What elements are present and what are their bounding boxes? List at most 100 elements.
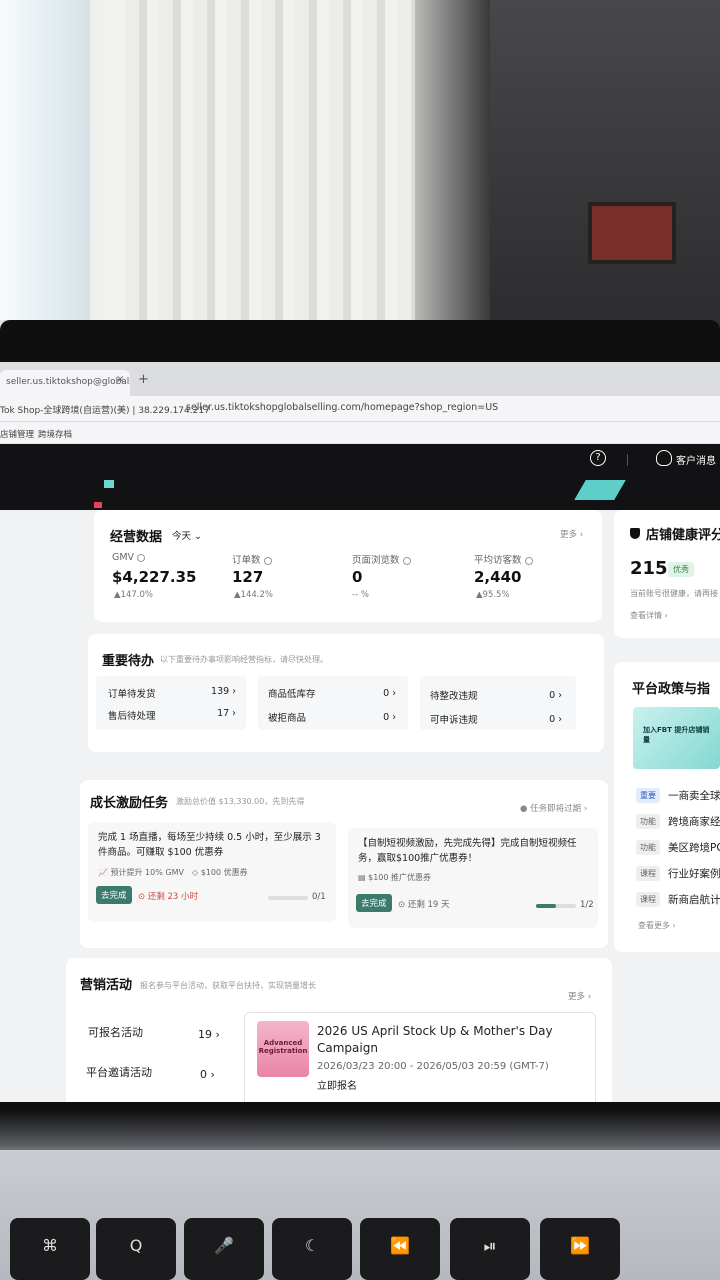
info-icon (137, 553, 146, 562)
metric-change: ▲144.2% (234, 590, 273, 600)
card-title: 成长激励任务 (90, 796, 169, 811)
banner-text: 加入FBT 提升店铺销量 (643, 726, 710, 744)
metric-label: GMV (112, 552, 146, 563)
browser-tab[interactable]: seller.us.tiktokshop@globalse (0, 370, 130, 396)
task-progress-fill (536, 904, 556, 908)
help-icon[interactable]: ? (590, 450, 606, 466)
policy-item[interactable]: 行业好案例 (668, 866, 720, 881)
keyboard-key: ⏩ (540, 1218, 620, 1280)
top-nav (0, 444, 720, 484)
bookmark-item[interactable]: 跨境存档 (38, 428, 72, 440)
tag-badge: 功能 (636, 840, 660, 855)
period-selector[interactable]: 今天 ⌄ (172, 528, 202, 542)
expiring-tasks-link[interactable]: ● 任务即将过期 › (520, 802, 587, 814)
info-icon (263, 556, 272, 565)
tag-badge: 重要 (636, 788, 660, 803)
view-more-link[interactable]: 查看更多 › (638, 920, 676, 931)
metric-value: 2,440 (474, 568, 522, 586)
browser-tab-bar: seller.us.tiktokshop@globalse × + (0, 362, 720, 396)
metric-value: $4,227.35 (112, 568, 197, 586)
metric-value: 0 (352, 568, 363, 586)
keyboard-key: ⏪ (360, 1218, 440, 1280)
todo-item[interactable]: 订单待发货 (108, 686, 156, 700)
keyboard-key: ⌘ (10, 1218, 90, 1280)
proxy-label: Tok Shop-全球跨境(自运营)(美) | 38.229.174.217 (0, 406, 210, 416)
customer-message-link[interactable]: 客户消息 (676, 452, 716, 467)
curtain (125, 0, 415, 330)
policy-banner[interactable]: 加入FBT 提升店铺销量 (633, 707, 720, 769)
card-subtitle: 以下重要待办事项影响经营指标，请尽快处理。 (160, 655, 328, 664)
policy-item[interactable]: 新商启航计 (668, 892, 720, 907)
todo-item[interactable]: 被拒商品 (268, 710, 306, 724)
marketing-count[interactable]: 0 › (200, 1068, 215, 1081)
view-details-link[interactable]: 查看详情 › (630, 610, 668, 621)
metric-change: ▲95.5% (476, 590, 510, 600)
complete-task-button[interactable]: 去完成 (96, 886, 132, 904)
marketing-row[interactable]: 可报名活动 (88, 1024, 143, 1040)
marketing-count[interactable]: 19 › (198, 1028, 220, 1041)
metric-label: 订单数 (232, 552, 272, 566)
tag-badge: 功能 (636, 814, 660, 829)
task-progress-bar (536, 904, 576, 908)
url-text[interactable]: seller.us.tiktokshopglobalselling.com/ho… (186, 402, 498, 413)
bookmark-item[interactable]: 店铺管理 (0, 428, 34, 440)
task-reward: ▤ $100 推广优惠券 (358, 873, 432, 882)
todo-card: 重要待办 以下重要待办事项影响经营指标，请尽快处理。 订单待发货 139 › 售… (88, 634, 604, 752)
task-description: 【自制短视频激励，先完成先得】完成自制短视频任务，赢取$100推广优惠券！ (358, 838, 577, 864)
todo-count[interactable]: 0 › (522, 714, 562, 725)
decoration-shape (104, 480, 114, 488)
wall-screen (588, 202, 676, 264)
more-link[interactable]: 更多 › (560, 528, 583, 540)
growth-tasks-card: 成长激励任务 激励总价值 $13,330.00，先到先得 ● 任务即将过期 › … (80, 780, 608, 948)
health-score: 215 (630, 558, 668, 579)
todo-count[interactable]: 0 › (522, 690, 562, 701)
address-bar[interactable]: Tok Shop-全球跨境(自运营)(美) | 38.229.174.217 s… (0, 396, 720, 422)
metric-label: 页面浏览数 (352, 552, 411, 566)
todo-item[interactable]: 可申诉违规 (430, 712, 478, 726)
complete-task-button[interactable]: 去完成 (356, 894, 392, 912)
bookmarks-bar: 店铺管理 跨境存档 (0, 422, 720, 444)
close-icon[interactable]: × (116, 374, 124, 385)
business-data-card: 经营数据 今天 ⌄ 更多 › GMV $4,227.35 ▲147.0% 订单数… (94, 510, 602, 622)
todo-item[interactable]: 待整改违规 (430, 688, 478, 702)
store-health-card: 店铺健康评分 215 优秀 当前账号很健康，请再接 查看详情 › (614, 510, 720, 638)
marketing-row[interactable]: 平台邀请活动 (86, 1064, 152, 1080)
task-progress-bar (268, 896, 308, 900)
headset-icon[interactable] (656, 450, 672, 466)
time-remaining: ⊙ 还剩 19 天 (398, 900, 450, 910)
tab-title: seller.us.tiktokshop@globalse (6, 377, 130, 387)
task-progress-text: 1/2 (580, 900, 594, 910)
campaign-date: 2026/03/23 20:00 - 2026/05/03 20:59 (GMT… (317, 1061, 549, 1072)
task-benefit: 📈 预计提升 10% GMV (98, 868, 184, 877)
task-reward: ◇ $100 优惠券 (192, 868, 248, 877)
campaign-card[interactable]: Advanced Registration 2026 US April Stoc… (244, 1012, 596, 1102)
shield-icon (630, 528, 640, 539)
register-now-link[interactable]: 立即报名 (317, 1077, 357, 1092)
policy-item[interactable]: 美区跨境PO (668, 840, 720, 855)
policy-item[interactable]: 一商卖全球： (668, 788, 720, 803)
todo-item[interactable]: 售后待处理 (108, 708, 156, 722)
todo-count[interactable]: 17 › (196, 708, 236, 719)
todo-count[interactable]: 0 › (356, 712, 396, 723)
metric-change: ▲147.0% (114, 590, 153, 600)
todo-item[interactable]: 商品低库存 (268, 686, 316, 700)
metric-value: 127 (232, 568, 264, 586)
chevron-down-icon: ⌄ (194, 531, 203, 542)
card-subtitle: 激励总价值 $13,330.00，先到先得 (176, 797, 305, 806)
keyboard-key: ⏯ (450, 1218, 530, 1280)
new-tab-button[interactable]: + (138, 372, 149, 387)
keyboard-key: 🎤 (184, 1218, 264, 1280)
decoration-shape (94, 502, 102, 508)
keyboard-key: Q (96, 1218, 176, 1280)
todo-count[interactable]: 0 › (356, 688, 396, 699)
task-progress-text: 0/1 (312, 892, 326, 902)
metric-label: 平均访客数 (474, 552, 533, 566)
card-subtitle: 报名参与平台活动，获取平台扶持，实现销量增长 (140, 981, 316, 990)
more-link[interactable]: 更多 › (568, 990, 591, 1002)
card-title: 营销活动 (80, 978, 133, 993)
tag-badge: 课程 (636, 866, 660, 881)
campaign-thumbnail: Advanced Registration (257, 1021, 309, 1077)
metric-change: -- % (352, 590, 369, 600)
policy-item[interactable]: 跨境商家经营 (668, 814, 720, 829)
todo-count[interactable]: 139 › (196, 686, 236, 697)
